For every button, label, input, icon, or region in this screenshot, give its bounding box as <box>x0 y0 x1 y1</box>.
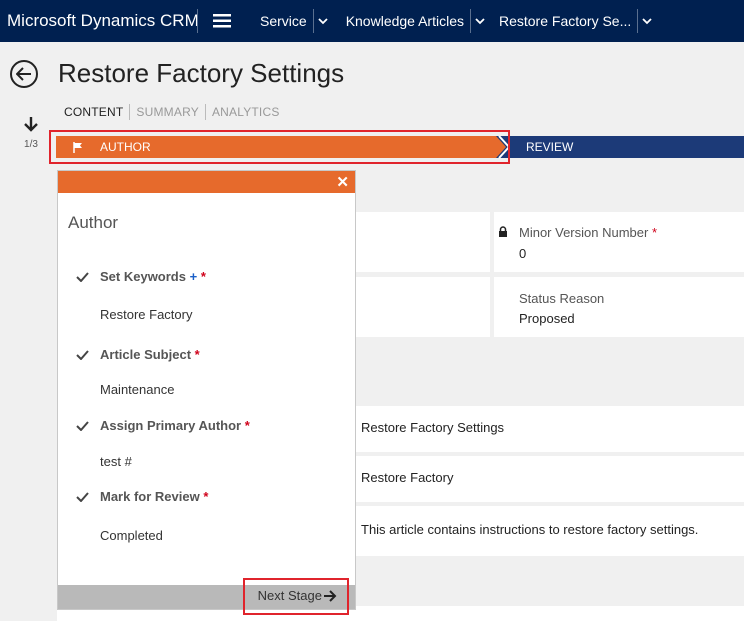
menu-hamburger-icon[interactable] <box>198 14 246 28</box>
required-marker: * <box>651 225 658 240</box>
chevron-down-icon[interactable] <box>314 17 332 25</box>
required-marker: * <box>200 269 206 284</box>
stage-navigator: 1/3 <box>20 116 42 150</box>
checkmark-icon <box>76 421 89 431</box>
step-value[interactable]: Completed <box>100 528 163 543</box>
nav-item-service[interactable]: Service <box>246 13 313 29</box>
nav-item-knowledge-articles[interactable]: Knowledge Articles <box>332 13 470 29</box>
step-value[interactable]: Maintenance <box>100 382 174 397</box>
status-reason-label: Status Reason <box>519 291 605 306</box>
step-label: Article Subject * <box>100 347 200 362</box>
arrow-left-icon <box>16 67 31 81</box>
stage-count: 1/3 <box>24 139 38 150</box>
status-reason-value[interactable]: Proposed <box>519 311 575 326</box>
page-title: Restore Factory Settings <box>58 58 345 88</box>
chevron-down-icon[interactable] <box>471 17 489 25</box>
step-value[interactable]: Restore Factory <box>100 307 192 322</box>
description-value[interactable]: This article contains instructions to re… <box>361 522 698 537</box>
tab-analytics[interactable]: ANALYTICS <box>206 105 286 119</box>
step-label-text: Set Keywords <box>100 269 186 284</box>
author-stage-highlight <box>49 130 510 164</box>
step-label: Mark for Review * <box>100 489 208 504</box>
lock-icon <box>499 226 507 237</box>
checkmark-icon <box>76 492 89 502</box>
tab-summary[interactable]: SUMMARY <box>130 105 205 119</box>
required-marker: * <box>203 489 209 504</box>
status-reason-field[interactable]: Status Reason Proposed <box>494 277 744 337</box>
back-button[interactable] <box>10 60 38 88</box>
nav-item-current-record[interactable]: Restore Factory Se... <box>489 13 637 29</box>
form-tabs: CONTENT SUMMARY ANALYTICS <box>64 104 286 120</box>
top-nav-bar: Microsoft Dynamics CRM Service Knowledge… <box>0 0 744 42</box>
author-stage-flyout: ✕ Author Set Keywords + * Restore Factor… <box>57 170 356 610</box>
checkmark-icon <box>76 350 89 360</box>
plus-icon[interactable]: + <box>190 269 198 284</box>
required-marker: * <box>244 418 250 433</box>
minor-version-label: Minor Version Number * <box>519 225 657 240</box>
title-value[interactable]: Restore Factory Settings <box>361 420 504 435</box>
keywords-value[interactable]: Restore Factory <box>361 470 453 485</box>
step-label-text: Article Subject <box>100 347 192 362</box>
minor-version-value: 0 <box>519 246 527 261</box>
step-value[interactable]: test # <box>100 454 132 469</box>
minor-version-label-text: Minor Version Number <box>519 225 649 240</box>
step-label-text: Mark for Review <box>100 489 200 504</box>
app-title[interactable]: Microsoft Dynamics CRM <box>0 11 199 31</box>
stage-review[interactable]: REVIEW <box>526 136 573 158</box>
step-label-text: Assign Primary Author <box>100 418 242 433</box>
step-label: Assign Primary Author * <box>100 418 250 433</box>
flyout-header: ✕ <box>58 171 355 193</box>
arrow-down-icon[interactable] <box>24 116 38 132</box>
chevron-down-icon[interactable] <box>638 17 656 25</box>
flyout-title: Author <box>68 213 119 232</box>
minor-version-field: Minor Version Number * 0 <box>494 212 744 272</box>
next-stage-highlight <box>243 578 349 615</box>
close-icon[interactable]: ✕ <box>336 173 349 191</box>
required-marker: * <box>194 347 200 362</box>
tab-content[interactable]: CONTENT <box>64 105 129 119</box>
checkmark-icon <box>76 272 89 282</box>
step-label: Set Keywords + * <box>100 269 206 284</box>
